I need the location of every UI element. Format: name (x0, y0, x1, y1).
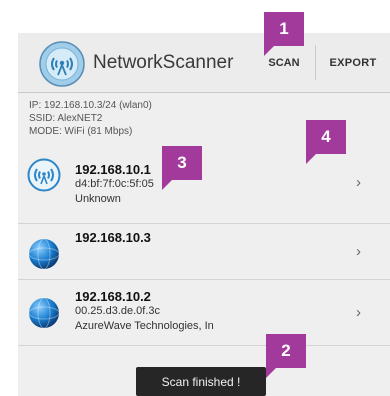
device-row[interactable]: 192.168.10.3 › (18, 224, 390, 280)
network-info: IP: 192.168.10.3/24 (wlan0) SSID: AlexNE… (29, 99, 152, 138)
device-row[interactable]: 192.168.10.2 00.25.d3.de.0f.3c AzureWave… (18, 280, 390, 346)
globe-icon (27, 237, 61, 271)
device-ip: 192.168.10.3 (75, 230, 151, 245)
export-button[interactable]: EXPORT (316, 33, 390, 92)
router-wifi-icon (27, 158, 61, 192)
chevron-right-icon: › (356, 243, 361, 260)
info-ssid: SSID: AlexNET2 (29, 113, 103, 124)
toast-message: Scan finished ! (136, 367, 266, 396)
device-details: 192.168.10.2 00.25.d3.de.0f.3c AzureWave… (75, 289, 214, 334)
device-mac: 00.25.d3.de.0f.3c (75, 305, 161, 317)
device-mac: d4:bf:7f:0c:5f:05 (75, 178, 154, 190)
device-vendor: Unknown (75, 193, 121, 205)
chevron-right-icon: › (356, 304, 361, 321)
device-row[interactable]: 192.168.10.1 d4:bf:7f:0c:5f:05 Unknown › (18, 144, 390, 224)
callout-badge-3: 3 (162, 146, 202, 190)
callout-badge-1: 1 (264, 12, 304, 56)
device-details: 192.168.10.1 d4:bf:7f:0c:5f:05 Unknown (75, 162, 154, 207)
globe-icon (27, 296, 61, 330)
action-bar: NetworkScanner SCAN EXPORT (18, 33, 390, 93)
phone-screen: NetworkScanner SCAN EXPORT IP: 192.168.1… (18, 33, 390, 396)
info-ip: IP: 192.168.10.3/24 (wlan0) (29, 100, 152, 111)
app-title: NetworkScanner (93, 52, 234, 73)
device-details: 192.168.10.3 (75, 230, 151, 245)
device-vendor: AzureWave Technologies, In (75, 320, 214, 332)
info-mode: MODE: WiFi (81 Mbps) (29, 126, 133, 137)
chevron-right-icon: › (356, 174, 361, 191)
device-ip: 192.168.10.2 (75, 289, 151, 304)
device-ip: 192.168.10.1 (75, 162, 151, 177)
callout-badge-4: 4 (306, 120, 346, 164)
callout-badge-2: 2 (266, 334, 306, 378)
wifi-antenna-icon[interactable] (38, 40, 86, 88)
